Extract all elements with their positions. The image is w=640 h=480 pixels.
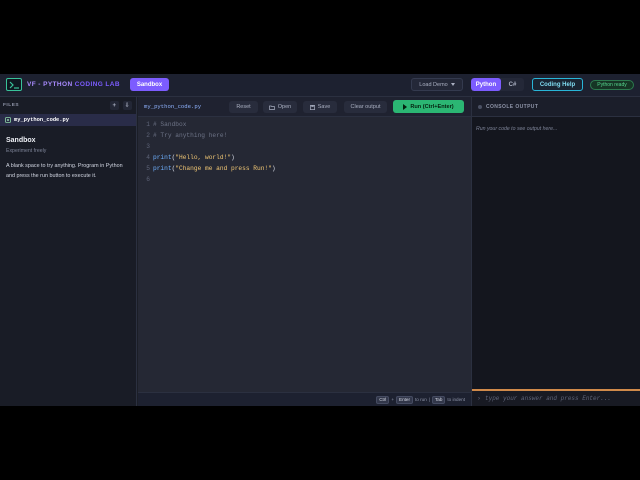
code-editor-panel: my_python_code.py Reset Open Save Clear … — [138, 97, 471, 406]
run-label: Run (Ctrl+Enter) — [410, 103, 454, 110]
reset-label: Reset — [236, 104, 251, 110]
clear-output-button[interactable]: Clear output — [344, 101, 387, 113]
file-name: my_python_code.py — [14, 117, 69, 123]
load-demo-dropdown[interactable]: Load Demo — [411, 78, 463, 91]
code-line: 1 # Sandbox — [138, 119, 471, 130]
line-number: 1 — [146, 121, 150, 128]
files-actions: + ⇩ — [110, 101, 132, 110]
status-dot-icon — [478, 104, 482, 109]
python-file-icon — [5, 117, 11, 123]
editor-toolbar: my_python_code.py Reset Open Save Clear … — [138, 97, 471, 117]
python-status-badge: Python ready — [590, 80, 634, 90]
file-item-my-python-code[interactable]: my_python_code.py — [0, 114, 136, 126]
code-paren: ) — [271, 165, 276, 172]
console-heading: CONSOLE OUTPUT — [486, 103, 539, 110]
code-string: "Change me and press Run!" — [175, 165, 272, 172]
tab-my-python-code[interactable]: my_python_code.py — [144, 103, 201, 110]
code-function: print — [153, 165, 172, 172]
enter-key: Enter — [396, 395, 414, 404]
new-file-button[interactable]: + — [110, 101, 119, 110]
separator: | — [428, 397, 430, 402]
files-header: FILES + ⇩ — [0, 97, 136, 114]
tab-key: Tab — [431, 395, 446, 404]
code-area[interactable]: 1 # Sandbox 2 # Try anything here! 3 4 p… — [138, 119, 471, 185]
editor-shortcut-hint: Ctrl + Enter to run | Tab to indent — [138, 392, 471, 406]
console-output: Run your code to see output here... — [476, 126, 558, 132]
lesson-subtitle: Experiment freely — [6, 148, 47, 154]
app-title-prefix: VF - PYTHON — [27, 81, 73, 88]
sandbox-mode-button[interactable]: Sandbox — [130, 78, 169, 91]
code-comment: # Sandbox — [153, 121, 187, 128]
folder-icon — [268, 105, 275, 110]
to-run-text: to run — [415, 397, 427, 402]
line-number: 6 — [146, 176, 150, 183]
console-input[interactable] — [485, 395, 625, 402]
app-title: VF - PYTHON CODING LAB — [27, 81, 120, 88]
load-demo-label: Load Demo — [419, 81, 448, 88]
files-heading: FILES — [3, 103, 20, 108]
coding-lab-app: VF - PYTHON CODING LAB Sandbox Load Demo… — [0, 74, 640, 406]
code-comment: # Try anything here! — [153, 132, 228, 139]
save-button[interactable]: Save — [303, 101, 337, 113]
chevron-down-icon — [450, 83, 455, 86]
line-number: 3 — [146, 143, 150, 150]
lesson-description: A blank space to try anything. Program i… — [6, 163, 123, 179]
to-indent-text: to indent — [447, 397, 465, 402]
run-button[interactable]: Run (Ctrl+Enter) — [393, 100, 464, 113]
play-icon — [403, 103, 408, 110]
ctrl-key: Ctrl — [376, 395, 390, 404]
language-toggle: Python C# — [471, 78, 524, 91]
open-button[interactable]: Open — [263, 101, 297, 113]
terminal-logo-icon — [6, 78, 22, 91]
prompt-icon: › — [478, 395, 480, 402]
code-string: "Hello, world!" — [175, 154, 231, 161]
language-csharp-button[interactable]: C# — [501, 78, 524, 91]
save-icon — [309, 104, 315, 110]
app-title-suffix: CODING LAB — [74, 81, 120, 88]
language-python-button[interactable]: Python — [471, 78, 501, 91]
code-line: 3 — [138, 141, 471, 152]
line-number: 5 — [146, 165, 150, 172]
code-paren: ) — [231, 154, 235, 161]
open-label: Open — [277, 104, 292, 110]
clear-output-label: Clear output — [350, 104, 381, 110]
code-function: print — [153, 154, 172, 161]
console-header: CONSOLE OUTPUT — [472, 97, 640, 117]
top-header: VF - PYTHON CODING LAB Sandbox Load Demo… — [0, 74, 640, 97]
plus-text: + — [391, 397, 395, 402]
console-input-bar: › — [472, 389, 640, 406]
coding-help-button[interactable]: Coding Help — [532, 78, 583, 91]
code-line: 5 print("Change me and press Run!") — [138, 163, 471, 174]
reset-button[interactable]: Reset — [229, 101, 258, 113]
code-line: 4 print("Hello, world!") — [138, 152, 471, 163]
line-number: 2 — [146, 132, 150, 139]
save-label: Save — [317, 104, 331, 110]
files-sidebar: FILES + ⇩ my_python_code.py Sandbox Expe… — [0, 97, 137, 406]
download-icon[interactable]: ⇩ — [123, 101, 132, 110]
code-line: 6 — [138, 174, 471, 185]
line-number: 4 — [146, 154, 150, 161]
code-line: 2 # Try anything here! — [138, 130, 471, 141]
lesson-title: Sandbox — [6, 137, 36, 144]
console-panel: CONSOLE OUTPUT Run your code to see outp… — [471, 97, 640, 406]
